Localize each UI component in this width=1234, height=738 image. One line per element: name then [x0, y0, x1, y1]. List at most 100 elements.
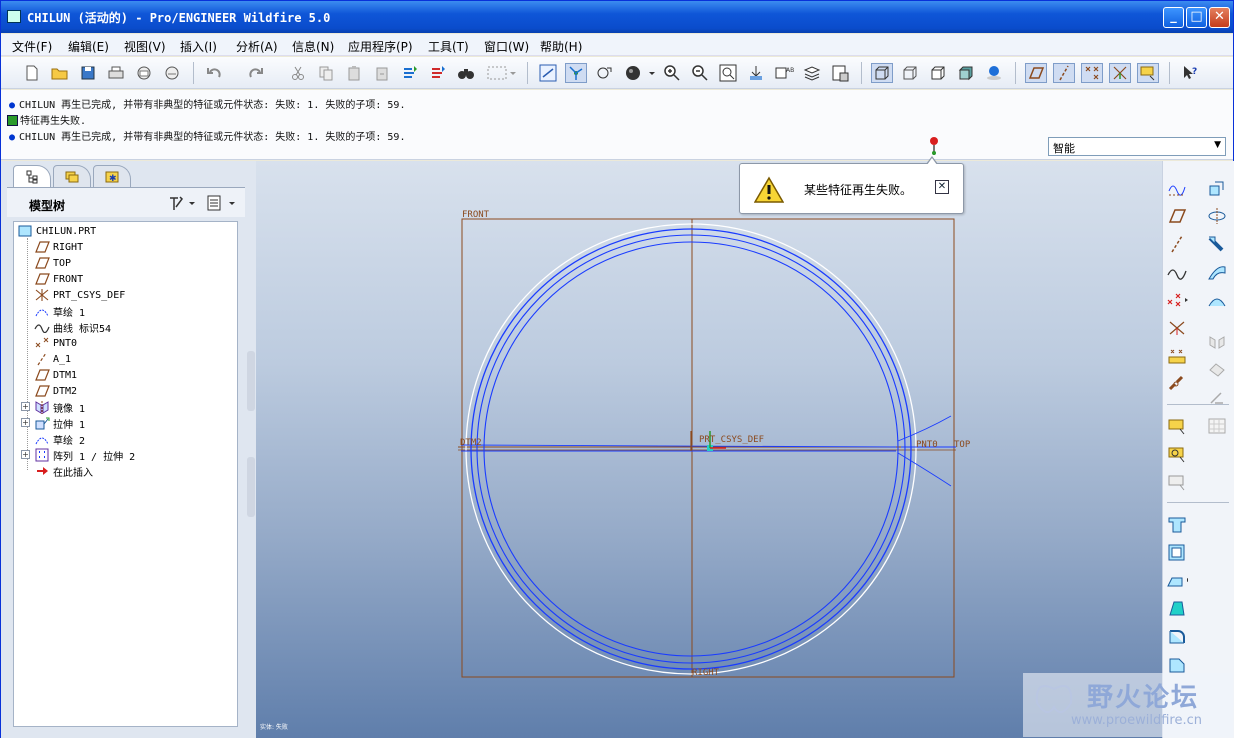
datum-plane-button[interactable]	[1166, 205, 1188, 227]
tree-node-top[interactable]: TOP	[34, 256, 71, 270]
expand-toggle-mirror[interactable]: +	[21, 402, 30, 411]
menu-file[interactable]: 文件(F)	[12, 38, 52, 55]
title-bar[interactable]: CHILUN (活动的) - Pro/ENGINEER Wildfire 5.0…	[1, 1, 1233, 33]
expand-toggle-extrude[interactable]: +	[21, 418, 30, 427]
note-button[interactable]	[1166, 415, 1188, 437]
edit-definition-button[interactable]	[1206, 177, 1228, 199]
copy-button[interactable]	[315, 63, 337, 83]
selection-filter-dropdown[interactable]: 智能 ▼	[1048, 137, 1226, 156]
merge-button[interactable]	[1206, 359, 1228, 381]
tree-node-mirror[interactable]: 镜像 1	[34, 400, 85, 415]
panel-splitter-handle[interactable]	[247, 351, 255, 411]
datum-curve-button[interactable]	[1166, 261, 1188, 283]
shading-button[interactable]	[955, 63, 977, 83]
revolve-button[interactable]	[1206, 205, 1228, 227]
tree-node-sketch-1[interactable]: 草绘 1	[34, 304, 85, 319]
regen-manager-button[interactable]	[427, 63, 449, 83]
tree-node-csys[interactable]: PRT_CSYS_DEF	[34, 288, 125, 302]
csys-button[interactable]	[1166, 317, 1188, 339]
menu-applications[interactable]: 应用程序(P)	[348, 38, 413, 55]
datum-points-toggle[interactable]	[1081, 63, 1103, 83]
redo-button[interactable]	[245, 63, 267, 83]
tab-favorites[interactable]: ✱	[93, 165, 131, 187]
email-button[interactable]	[133, 63, 155, 83]
tab-folder-browser[interactable]	[53, 165, 91, 187]
expand-toggle-pattern[interactable]: +	[21, 450, 30, 459]
tree-node-extrude-1[interactable]: 拉伸 1	[34, 416, 85, 431]
reorient-button[interactable]	[745, 63, 767, 83]
csys-toggle[interactable]	[1109, 63, 1131, 83]
sweep-button[interactable]	[1206, 233, 1228, 255]
boundary-blend-button[interactable]	[1206, 289, 1228, 311]
tab-model-tree[interactable]	[13, 165, 51, 187]
graphics-viewport[interactable]: FRONT RIGHT TOP DTM2 PRT_CSYS_DEF PNT0 实…	[256, 161, 1162, 738]
redraw-button[interactable]	[537, 63, 559, 83]
analysis-feature-button[interactable]	[1166, 345, 1188, 367]
draft-button[interactable]	[1166, 597, 1188, 619]
maximize-button[interactable]: □	[1186, 7, 1207, 28]
paste-special-button[interactable]	[371, 63, 393, 83]
new-file-button[interactable]	[21, 63, 43, 83]
trim-button[interactable]	[1206, 387, 1228, 409]
zoom-out-button[interactable]	[689, 63, 711, 83]
reference-chain-button[interactable]	[1166, 373, 1188, 395]
send-link-button[interactable]	[161, 63, 183, 83]
tree-node-pnt0[interactable]: PNT0	[34, 336, 77, 350]
saved-views-button[interactable]: AB	[773, 63, 795, 83]
menu-help[interactable]: 帮助(H)	[540, 38, 582, 55]
selection-box-button[interactable]	[483, 63, 519, 83]
cosmetic-sketch-button[interactable]	[1166, 443, 1188, 465]
menu-info[interactable]: 信息(N)	[292, 38, 334, 55]
menu-insert[interactable]: 插入(I)	[180, 38, 217, 55]
annotation-toggle[interactable]	[1137, 63, 1159, 83]
datum-axes-toggle[interactable]	[1053, 63, 1075, 83]
tree-root-node[interactable]: CHILUN.PRT	[17, 224, 96, 238]
cut-button[interactable]	[287, 63, 309, 83]
chamfer-button[interactable]	[1166, 653, 1188, 675]
popup-close-button[interactable]: ✕	[935, 180, 949, 194]
panel-splitter-handle[interactable]	[247, 457, 255, 517]
blend-button[interactable]	[1206, 261, 1228, 283]
datum-planes-toggle[interactable]	[1025, 63, 1047, 83]
minimize-button[interactable]: _	[1163, 7, 1184, 28]
undo-button[interactable]	[203, 63, 225, 83]
tree-node-pattern[interactable]: 阵列 1 / 拉伸 2	[34, 448, 135, 463]
enhanced-realism-button[interactable]	[983, 63, 1005, 83]
tree-show-button[interactable]	[205, 194, 239, 215]
context-help-button[interactable]: ?	[1179, 63, 1201, 83]
tree-insert-here-marker[interactable]: 在此插入	[34, 464, 93, 479]
tree-node-sketch-2[interactable]: 草绘 2	[34, 432, 85, 447]
open-file-button[interactable]	[49, 63, 71, 83]
sketched-datum-curve-button[interactable]	[1166, 177, 1188, 199]
close-button[interactable]: ✕	[1209, 7, 1230, 28]
round-button[interactable]	[1166, 625, 1188, 647]
tree-node-axis[interactable]: A_1	[34, 352, 71, 366]
zoom-in-button[interactable]	[661, 63, 683, 83]
refit-button[interactable]	[717, 63, 739, 83]
menu-tools[interactable]: 工具(T)	[428, 38, 469, 55]
no-hidden-button[interactable]	[927, 63, 949, 83]
mirror-tool-button[interactable]	[1206, 331, 1228, 353]
datum-axis-button[interactable]	[1166, 233, 1188, 255]
shell-button[interactable]	[1166, 541, 1188, 563]
tree-node-dtm1[interactable]: DTM1	[34, 368, 77, 382]
menu-window[interactable]: 窗口(W)	[484, 38, 529, 55]
wireframe-button[interactable]	[871, 63, 893, 83]
layers-button[interactable]	[801, 63, 823, 83]
menu-edit[interactable]: 编辑(E)	[68, 38, 109, 55]
tree-settings-button[interactable]	[167, 194, 197, 215]
paste-button[interactable]	[343, 63, 365, 83]
datum-point-button[interactable]	[1166, 289, 1188, 311]
appearance-gallery-button[interactable]	[621, 63, 657, 83]
regenerate-button[interactable]	[399, 63, 421, 83]
menu-view[interactable]: 视图(V)	[124, 38, 166, 55]
hidden-line-button[interactable]	[899, 63, 921, 83]
print-button[interactable]	[105, 63, 127, 83]
tree-node-dtm2[interactable]: DTM2	[34, 384, 77, 398]
tree-node-right[interactable]: RIGHT	[34, 240, 83, 254]
cosmetic-thread-button[interactable]	[1166, 471, 1188, 493]
menu-analysis[interactable]: 分析(A)	[236, 38, 278, 55]
tree-node-front[interactable]: FRONT	[34, 272, 83, 286]
hole-button[interactable]	[1166, 513, 1188, 535]
tree-node-curve[interactable]: 曲线 标识54	[34, 320, 111, 335]
